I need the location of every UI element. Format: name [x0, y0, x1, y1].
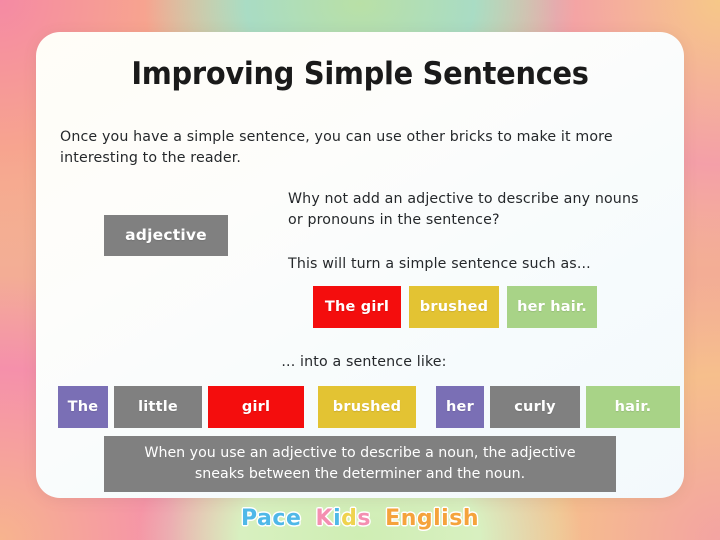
slide-card: Improving Simple Sentences Once you have… [36, 32, 684, 498]
brick-hair: hair. [586, 386, 680, 428]
brick-brushed-improved: brushed [318, 386, 416, 428]
turn-sentence-text: This will turn a simple sentence such as… [288, 256, 591, 272]
logo-letter: l [432, 505, 442, 532]
logo-letter: P [240, 505, 258, 532]
page-title: Improving Simple Sentences [131, 56, 589, 92]
brick-her: her [436, 386, 484, 428]
logo-word: Kids [315, 505, 372, 532]
brick-the-girl: The girl [313, 286, 401, 328]
logo-word: Pace [240, 505, 302, 532]
logo-letter: a [256, 505, 273, 532]
into-sentence-text: ... into a sentence like: [281, 354, 447, 370]
summary-note-box: When you use an adjective to describe a … [104, 436, 616, 492]
adjective-question-text: Why not add an adjective to describe any… [288, 191, 639, 228]
logo-letter: e [285, 505, 302, 532]
logo-letter: s [357, 505, 372, 532]
logo-letter: c [272, 505, 287, 532]
intro-paragraph: Once you have a simple sentence, you can… [60, 129, 613, 166]
logo-letter: i [332, 505, 342, 532]
logo-letter: g [416, 505, 434, 532]
footer-logo: Pace Kids English [0, 505, 720, 532]
logo-letter: h [462, 505, 479, 532]
logo-letter: i [440, 505, 450, 532]
brick-the: The [58, 386, 108, 428]
brick-her-hair: her hair. [507, 286, 597, 328]
adjective-label-brick: adjective [104, 215, 228, 256]
logo-letter: n [400, 505, 417, 532]
brick-curly: curly [490, 386, 580, 428]
logo-word: English [384, 505, 479, 532]
brick-girl: girl [208, 386, 304, 428]
logo-letter: s [448, 505, 463, 532]
logo-letter: K [315, 505, 334, 532]
brick-little: little [114, 386, 202, 428]
logo-letter: E [384, 505, 401, 532]
logo-letter: d [340, 505, 358, 532]
brick-brushed-simple: brushed [409, 286, 499, 328]
